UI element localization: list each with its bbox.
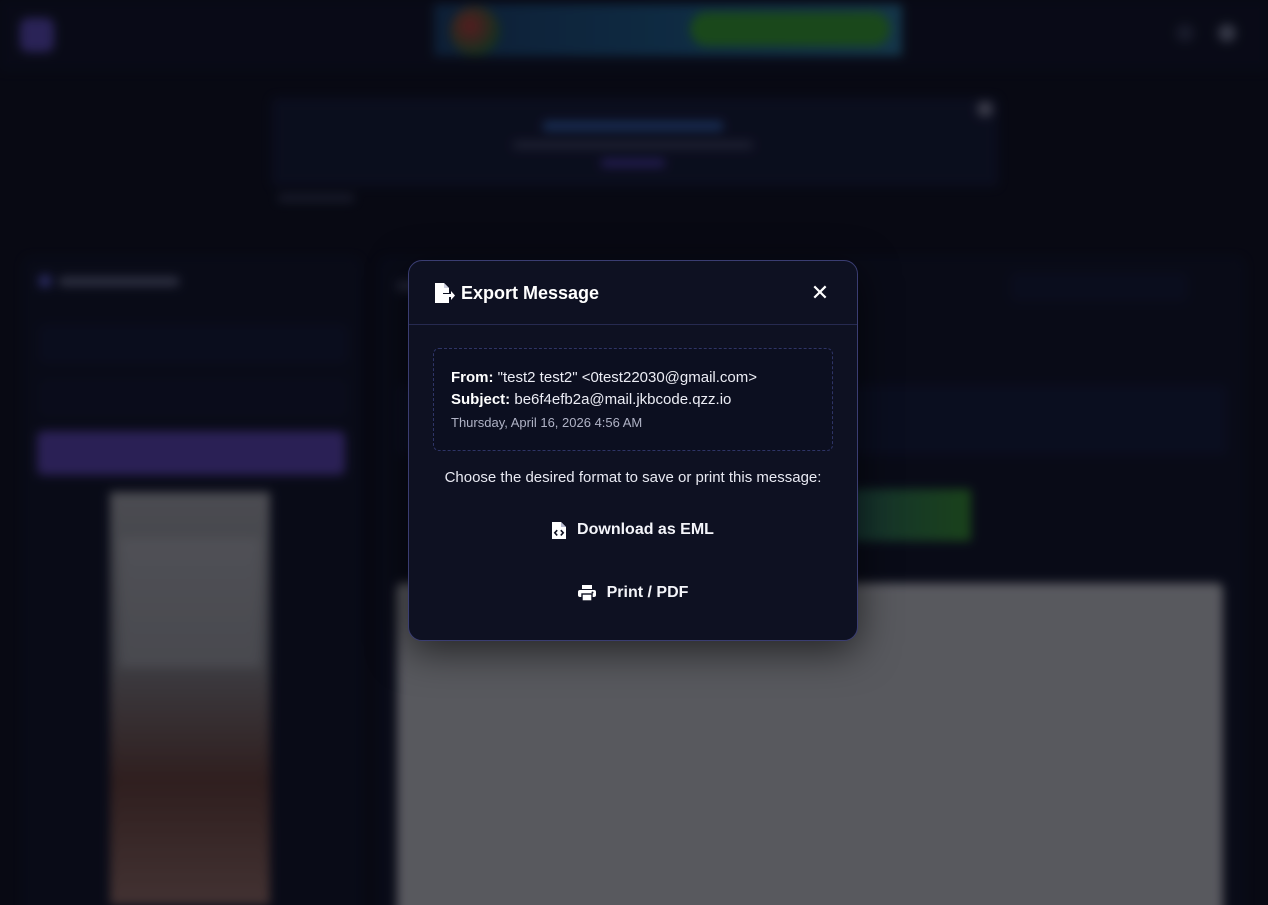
close-button[interactable]: ✕	[807, 280, 833, 306]
modal-title: Export Message	[461, 283, 600, 303]
export-prompt: Choose the desired format to save or pri…	[444, 469, 822, 486]
subject-label: Subject:	[451, 391, 511, 408]
download-eml-button[interactable]: Download as EML	[409, 515, 857, 545]
print-pdf-label: Print / PDF	[606, 584, 689, 601]
subject-line: Subject: be6f4efb2a@mail.jkbcode.qzz.io	[451, 389, 816, 411]
from-line: From: "test2 test2" <0test22030@gmail.co…	[451, 367, 816, 389]
message-date: Thursday, April 16, 2026 4:56 AM	[451, 415, 643, 430]
export-modal: Export Message ✕ From: "test2 test2" <0t…	[408, 260, 858, 641]
file-code-icon	[552, 521, 567, 539]
file-export-icon	[433, 282, 455, 304]
from-label: From:	[451, 369, 494, 386]
download-eml-label: Download as EML	[577, 521, 714, 538]
modal-header: Export Message ✕	[409, 261, 857, 325]
print-pdf-button[interactable]: Print / PDF	[409, 578, 857, 608]
message-summary: From: "test2 test2" <0test22030@gmail.co…	[433, 348, 833, 451]
printer-icon	[577, 585, 596, 601]
from-value: "test2 test2" <0test22030@gmail.com>	[497, 369, 758, 386]
subject-value: be6f4efb2a@mail.jkbcode.qzz.io	[514, 391, 732, 408]
